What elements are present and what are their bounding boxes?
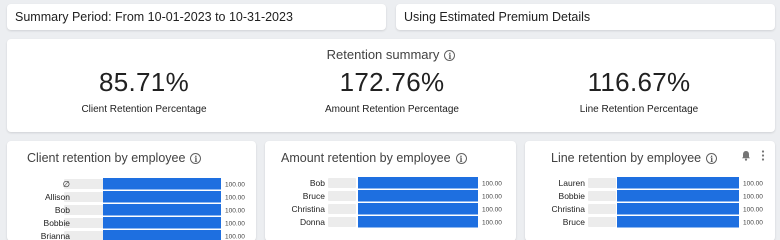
category-label: Bob — [55, 205, 70, 215]
retention-summary-heading: Retention summary i — [7, 47, 775, 62]
client-retention-panel: Client retention by employee i ∅ 100.00 All… — [7, 141, 256, 240]
redacted-name-block — [328, 204, 356, 214]
category-label: Bruce — [563, 217, 585, 227]
line-retention-chart: Lauren 100.00 Bobbie 100.00 Christina 100.00 B… — [551, 177, 763, 228]
category-label: Brianna — [41, 231, 71, 240]
redacted-name-block — [64, 231, 104, 240]
bar[interactable] — [617, 203, 739, 215]
amount-retention-panel: Amount retention by employee i Bob 100.00 B… — [265, 141, 516, 240]
amount-retention-value: 172.76% — [339, 67, 445, 97]
bar[interactable] — [103, 191, 221, 203]
category-label: Bruce — [303, 191, 325, 201]
value-label: 100.00 — [743, 194, 763, 201]
redacted-name-block — [588, 191, 616, 201]
bar[interactable] — [617, 190, 739, 202]
redacted-name-block — [588, 217, 616, 227]
redacted-name-block — [64, 218, 104, 228]
category-label: Lauren — [559, 178, 586, 188]
summary-period-box: Summary Period: From 10-01-2023 to 10-31… — [7, 4, 386, 30]
redacted-name-block — [588, 178, 616, 188]
value-label: 100.00 — [743, 207, 763, 214]
value-label: 100.00 — [482, 207, 502, 214]
value-label: 100.00 — [225, 208, 245, 215]
value-label: 100.00 — [743, 181, 763, 188]
line-retention-label: Line Retention Percentage — [579, 104, 699, 115]
premium-details-text: Using Estimated Premium Details — [404, 10, 591, 24]
line-retention-value: 116.67% — [587, 67, 691, 97]
client-retention-metric: 85.71% Client Retention Percentage — [34, 67, 254, 115]
bar[interactable] — [103, 178, 221, 190]
bar[interactable] — [358, 190, 478, 202]
value-label: 100.00 — [482, 194, 502, 201]
category-label: Allison — [45, 192, 70, 202]
retention-summary-card: Retention summary i 85.71% Client Retenti… — [7, 39, 775, 132]
bar[interactable] — [103, 230, 221, 240]
category-label: Christina — [291, 204, 325, 214]
bar[interactable] — [103, 217, 221, 229]
line-retention-panel: Line retention by employee i Lauren 100.00… — [525, 141, 775, 240]
premium-details-box: Using Estimated Premium Details — [396, 4, 775, 30]
amount-retention-label: Amount Retention Percentage — [325, 104, 459, 115]
category-label: Bob — [310, 178, 325, 188]
client-retention-chart: ∅ 100.00 Allison 100.00 Bob 100.00 Bobbie 100.0… — [41, 178, 245, 240]
amount-retention-metric: 172.76% Amount Retention Percentage — [282, 67, 502, 115]
category-label: Bobbie — [44, 218, 71, 228]
retention-summary-title: Retention summary — [326, 47, 440, 62]
value-label: 100.00 — [482, 181, 502, 188]
value-label: 100.00 — [225, 182, 245, 189]
value-label: 100.00 — [225, 221, 245, 228]
bar[interactable] — [358, 177, 478, 189]
redacted-name-block — [328, 217, 356, 227]
value-label: 100.00 — [225, 234, 245, 240]
value-label: 100.00 — [743, 220, 763, 227]
value-label: 100.00 — [482, 220, 502, 227]
redacted-name-block — [328, 178, 356, 188]
client-retention-value: 85.71% — [99, 67, 189, 97]
bar[interactable] — [103, 204, 221, 216]
category-label: ∅ — [63, 179, 71, 189]
summary-period-text: Summary Period: From 10-01-2023 to 10-31… — [15, 10, 293, 24]
bar[interactable] — [358, 203, 478, 215]
line-retention-metric: 116.67% Line Retention Percentage — [529, 67, 749, 115]
category-label: Bobbie — [559, 191, 586, 201]
redacted-name-block — [328, 191, 356, 201]
client-retention-label: Client Retention Percentage — [81, 104, 207, 115]
amount-retention-chart: Bob 100.00 Bruce 100.00 Christina 100.00 Donna… — [291, 177, 502, 228]
redacted-name-block — [64, 192, 104, 202]
bar[interactable] — [617, 177, 739, 189]
category-label: Christina — [551, 204, 585, 214]
value-label: 100.00 — [225, 195, 245, 202]
redacted-name-block — [588, 204, 616, 214]
category-label: Donna — [300, 217, 325, 227]
bar[interactable] — [358, 216, 478, 228]
redacted-name-block — [64, 179, 104, 189]
info-icon[interactable]: i — [444, 50, 456, 62]
redacted-name-block — [64, 205, 104, 215]
bar[interactable] — [617, 216, 739, 228]
